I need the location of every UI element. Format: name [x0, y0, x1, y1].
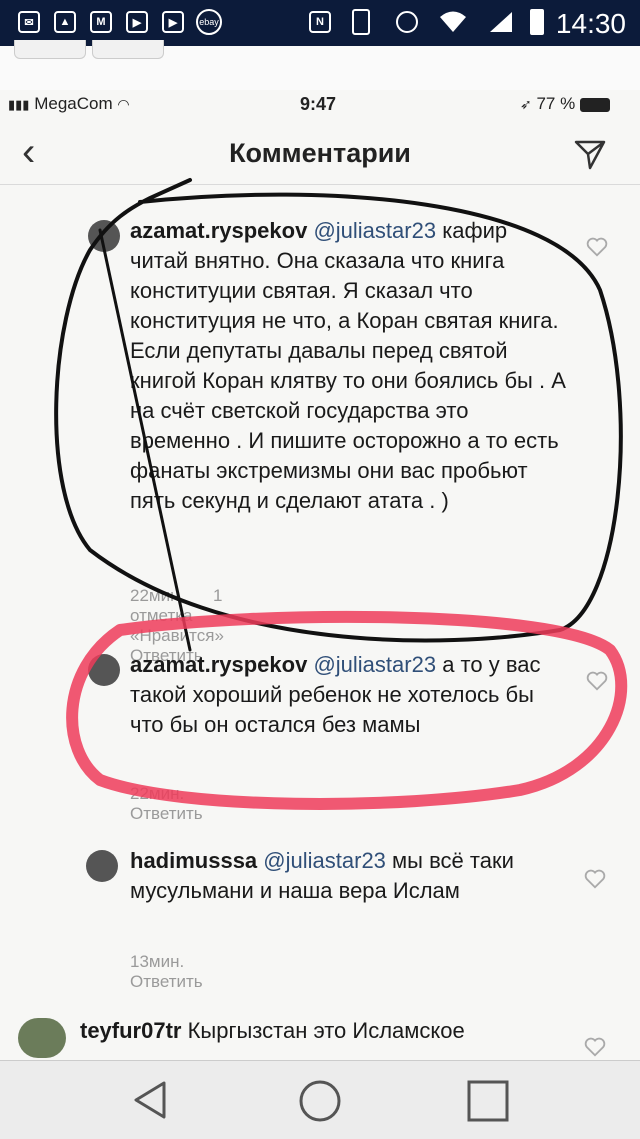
- location-icon: ➶: [520, 96, 532, 112]
- gallery-icon: ▲: [50, 8, 80, 36]
- heart-icon[interactable]: [584, 868, 606, 890]
- comment-meta: 13мин. Ответить: [130, 952, 227, 992]
- wifi-icon: ◠: [117, 96, 130, 112]
- youtube-icon: ▶: [122, 8, 152, 36]
- circle-home-icon[interactable]: [298, 1079, 342, 1123]
- comment-username[interactable]: hadimusssa: [130, 848, 257, 873]
- mail-icon: ✉: [14, 8, 44, 36]
- reply-button[interactable]: Ответить: [130, 972, 203, 991]
- comment-time: 22мин.: [130, 784, 185, 803]
- vibrate-icon: [346, 8, 376, 36]
- signal-bars-icon: ▮▮▮: [8, 97, 30, 112]
- avatar[interactable]: [88, 654, 120, 686]
- ios-time: 9:47: [300, 94, 337, 114]
- heart-icon[interactable]: [586, 236, 608, 258]
- heart-icon[interactable]: [586, 670, 608, 692]
- android-nav-bar: [0, 1060, 640, 1139]
- triangle-back-icon[interactable]: [130, 1079, 170, 1121]
- comment-username[interactable]: teyfur07tr: [80, 1018, 181, 1043]
- browser-tab[interactable]: [92, 40, 164, 59]
- ios-battery: ➶ 77 %: [520, 94, 610, 114]
- comment-mention[interactable]: @juliastar23: [263, 848, 386, 873]
- comment-meta: 22мин. Ответить: [130, 784, 227, 824]
- ebay-icon: ebay: [194, 8, 224, 36]
- send-button[interactable]: [572, 136, 608, 172]
- avatar[interactable]: [86, 850, 118, 882]
- avatar[interactable]: [88, 220, 120, 252]
- heart-icon[interactable]: [584, 1036, 606, 1058]
- paper-plane-icon: [574, 140, 606, 170]
- comment-time: 22мин.: [130, 586, 185, 605]
- comment-mention[interactable]: @juliastar23: [313, 218, 436, 243]
- reply-button[interactable]: Ответить: [130, 804, 203, 823]
- comment-time: 13мин.: [130, 952, 185, 971]
- youtube-icon: ▶: [158, 8, 188, 36]
- wifi-icon: [438, 8, 468, 36]
- avatar[interactable]: [18, 1018, 66, 1058]
- alarm-icon: [392, 8, 422, 36]
- gmail-icon: M: [86, 8, 116, 36]
- photographed-screen: ▮▮▮ MegaCom ◠ 9:47 ➶ 77 % ‹ Комментарии …: [0, 90, 640, 1060]
- square-recents-icon[interactable]: [466, 1079, 510, 1123]
- ios-carrier: ▮▮▮ MegaCom ◠: [8, 94, 130, 113]
- ios-status-bar: ▮▮▮ MegaCom ◠ 9:47 ➶ 77 %: [0, 90, 640, 120]
- browser-strip: [0, 40, 640, 91]
- comment-text: кафир читай внятно. Она сказала что книг…: [130, 218, 566, 513]
- nfc-icon: N: [305, 8, 335, 36]
- comment-mention[interactable]: @juliastar23: [313, 652, 436, 677]
- comment-text: Кыргызстан это Исламское: [187, 1018, 465, 1043]
- battery-icon: [579, 97, 610, 112]
- comment-username[interactable]: azamat.ryspekov: [130, 652, 307, 677]
- battery-icon: [522, 8, 552, 36]
- comment-username[interactable]: azamat.ryspekov: [130, 218, 307, 243]
- comments-header: ‹ Комментарии: [0, 120, 640, 185]
- status-time: 14:30: [555, 8, 626, 39]
- page-title: Комментарии: [229, 138, 411, 168]
- browser-tab[interactable]: [14, 40, 86, 59]
- signal-icon: [486, 8, 516, 36]
